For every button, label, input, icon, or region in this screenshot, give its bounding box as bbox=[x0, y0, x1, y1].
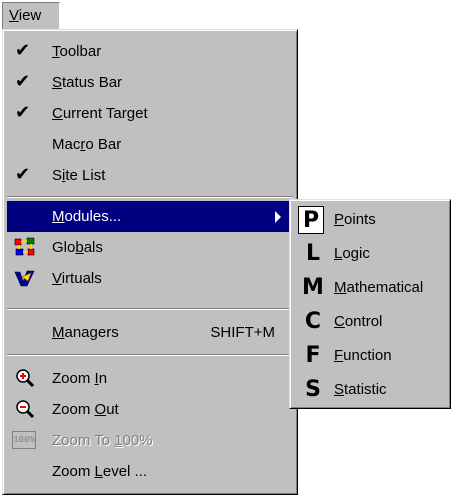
submenu-item-mathematical[interactable]: M Mathematical bbox=[294, 271, 446, 305]
submenu-item-label: Points bbox=[334, 211, 376, 228]
check-icon: ✔ bbox=[15, 102, 31, 122]
menu-view-mnemonic: V bbox=[9, 7, 19, 24]
check-icon: ✔ bbox=[15, 71, 31, 91]
menu-separator bbox=[7, 354, 293, 356]
submenu-item-label: Function bbox=[334, 347, 392, 364]
menu-item-managers[interactable]: Managers SHIFT+M bbox=[7, 317, 293, 348]
menu-item-label: Current Target bbox=[52, 105, 148, 122]
menu-item-virtuals[interactable]: Virtuals bbox=[7, 263, 293, 294]
menu-item-label: Site List bbox=[52, 167, 106, 184]
menu-item-zoom-level[interactable]: Zoom Level ... bbox=[7, 456, 293, 487]
submenu-item-label: Mathematical bbox=[334, 279, 424, 296]
view-menu: ✔ Toolbar ✔ Status Bar ✔ Current Target … bbox=[2, 29, 298, 495]
submenu-item-statistic[interactable]: S Statistic bbox=[294, 373, 446, 407]
submenu-arrow-icon bbox=[275, 211, 281, 223]
modules-submenu: P Points L Logic M Mathematical C Contro… bbox=[289, 199, 451, 409]
submenu-item-logic[interactable]: L Logic bbox=[294, 237, 446, 271]
menu-item-label: Zoom Out bbox=[52, 401, 119, 418]
function-icon: F bbox=[305, 343, 321, 368]
points-icon: P bbox=[298, 206, 324, 234]
submenu-item-label: Control bbox=[334, 313, 383, 330]
menu-item-label: Globals bbox=[52, 239, 103, 256]
menu-item-label: Toolbar bbox=[52, 43, 102, 60]
control-icon: C bbox=[304, 309, 322, 334]
submenu-item-label: Logic bbox=[334, 245, 370, 262]
submenu-item-control[interactable]: C Control bbox=[294, 305, 446, 339]
menu-item-label: Macro Bar bbox=[52, 136, 122, 153]
check-icon: ✔ bbox=[15, 164, 31, 184]
menu-item-zoom-out[interactable]: Zoom Out bbox=[7, 394, 293, 425]
menu-item-status-bar[interactable]: ✔ Status Bar bbox=[7, 67, 293, 98]
menu-item-current-target[interactable]: ✔ Current Target bbox=[7, 98, 293, 129]
mathematical-icon: M bbox=[302, 275, 324, 300]
menu-separator bbox=[7, 308, 293, 310]
menu-view-rest: iew bbox=[18, 7, 42, 24]
menu-separator bbox=[7, 196, 293, 198]
menu-item-globals[interactable]: Globals bbox=[7, 232, 293, 263]
menu-item-label: Status Bar bbox=[52, 74, 123, 91]
menu-item-site-list[interactable]: ✔ Site List bbox=[7, 160, 293, 191]
statistic-icon: S bbox=[305, 377, 321, 402]
menu-item-zoom-100[interactable]: 100% Zoom To 100% bbox=[7, 425, 293, 456]
logic-icon: L bbox=[305, 241, 321, 266]
menu-item-label: Zoom To 100% bbox=[52, 432, 153, 449]
shortcut-label: SHIFT+M bbox=[210, 324, 275, 341]
menu-item-label: Zoom In bbox=[52, 370, 108, 387]
menu-item-macro-bar[interactable]: Macro Bar bbox=[7, 129, 293, 160]
menu-item-label: Virtuals bbox=[52, 270, 102, 287]
menu-item-toolbar[interactable]: ✔ Toolbar bbox=[7, 36, 293, 67]
check-icon: ✔ bbox=[15, 40, 31, 60]
submenu-item-function[interactable]: F Function bbox=[294, 339, 446, 373]
menu-view[interactable]: View bbox=[2, 2, 60, 30]
menu-item-label: Managers bbox=[52, 324, 119, 341]
menu-item-modules[interactable]: Modules... bbox=[7, 201, 293, 232]
menu-item-zoom-in[interactable]: Zoom In bbox=[7, 363, 293, 394]
menu-item-label: Zoom Level ... bbox=[52, 463, 148, 480]
submenu-item-label: Statistic bbox=[334, 381, 387, 398]
globals-icon bbox=[14, 237, 35, 256]
zoom-100-icon: 100% bbox=[12, 431, 36, 449]
submenu-item-points[interactable]: P Points bbox=[294, 203, 446, 237]
zoom-out-icon bbox=[16, 400, 35, 419]
zoom-in-icon bbox=[16, 369, 35, 388]
virtuals-icon bbox=[14, 270, 35, 287]
menu-item-label: Modules... bbox=[52, 208, 122, 225]
